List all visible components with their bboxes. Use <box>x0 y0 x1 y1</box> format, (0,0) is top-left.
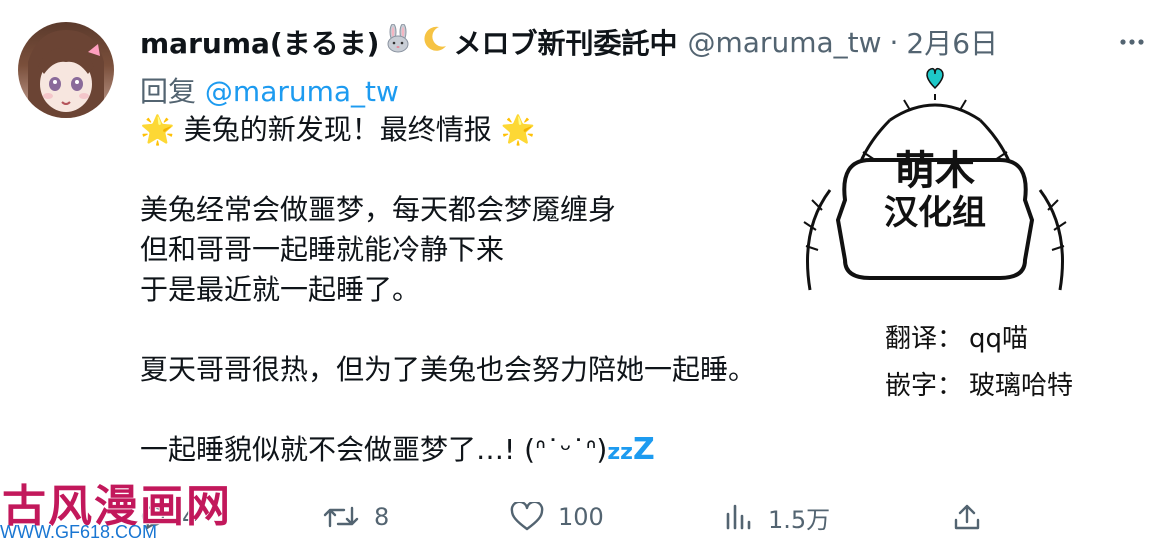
tweet-line: 美兔经常会做噩梦，每天都会梦魇缠身 <box>140 193 617 226</box>
moon-emoji-icon <box>419 24 449 61</box>
zzz-small: z <box>620 440 633 465</box>
reply-handle-link[interactable]: @maruma_tw <box>205 75 399 108</box>
separator-dot: · <box>889 25 899 59</box>
tweet-text: 🌟 美兔的新发现！最终情报 🌟 美兔经常会做噩梦，每天都会梦魇缠身 但和哥哥一起… <box>140 110 840 470</box>
display-name-suffix[interactable]: メロブ新刊委託中 <box>453 22 677 62</box>
more-button[interactable] <box>1112 22 1152 62</box>
watermark-url: WWW.GF618.COM <box>0 522 157 542</box>
tweet-line: 但和哥哥一起睡就能冷静下来 <box>140 233 505 266</box>
tweet-line: 夏天哥哥很热，但为了美兔也会努力陪她一起睡。 <box>140 353 757 386</box>
share-icon <box>954 504 980 530</box>
tweet-last-line: 一起睡貌似就不会做噩梦了…! (ᐢ˙ᵕ˙ᐢ)zzZ <box>140 430 840 470</box>
site-watermark: 古风漫画网 WWW.GF618.COM <box>0 470 230 547</box>
tweet-date[interactable]: 2月6日 <box>906 22 998 62</box>
tweet-line: 🌟 美兔的新发现！最终情报 🌟 <box>140 113 536 146</box>
retweet-count: 8 <box>374 503 390 531</box>
avatar-illustration <box>28 30 104 118</box>
retweet-icon <box>323 506 359 528</box>
more-icon <box>1120 39 1144 45</box>
typesetter-value: 玻璃哈特 <box>969 371 1074 401</box>
display-name[interactable]: maruma(まるま) <box>140 22 379 62</box>
tweet-header: maruma(まるま) メロブ新刊委託中 @maruma_tw · 2月6日 <box>140 22 998 62</box>
typesetter-label: 嵌字： <box>885 371 964 401</box>
tweet: maruma(まるま) メロブ新刊委託中 @maruma_tw · 2月6日 回… <box>0 0 1175 547</box>
views-icon <box>726 504 751 530</box>
typesetter-credit: 嵌字： 玻璃哈特 <box>885 365 1073 402</box>
avatar[interactable] <box>18 22 114 118</box>
reply-prefix: 回复 <box>140 75 197 108</box>
reply-context: 回复 @maruma_tw <box>140 70 399 110</box>
translation-group-credit-image: 萌木 汉化组 翻译： qq喵 嵌字： 玻璃哈特 <box>770 60 1100 440</box>
zzz-small: z <box>607 440 621 465</box>
zzz-big: Z <box>632 432 655 467</box>
translator-value: qq喵 <box>969 324 1029 354</box>
like-icon <box>510 502 544 531</box>
author-handle[interactable]: @maruma_tw <box>688 26 882 59</box>
views-button[interactable]: 1.5万 <box>724 495 830 539</box>
tweet-line-text: 一起睡貌似就不会做噩梦了…! (ᐢ˙ᵕ˙ᐢ) <box>140 433 608 466</box>
rabbit-emoji-icon <box>383 23 413 61</box>
like-button[interactable]: 100 <box>510 495 604 539</box>
translator-credit: 翻译： qq喵 <box>885 318 1028 355</box>
translator-label: 翻译： <box>885 324 964 354</box>
group-name-line2: 汉化组 <box>884 193 986 233</box>
like-count: 100 <box>558 503 604 531</box>
retweet-button[interactable]: 8 <box>322 495 389 539</box>
zzz-emoji: zzZ <box>607 432 654 467</box>
tweet-actions: 4 8 100 1.5万 <box>130 495 1010 539</box>
view-count: 1.5万 <box>768 505 831 534</box>
share-button[interactable] <box>952 495 996 539</box>
tweet-line: 于是最近就一起睡了。 <box>140 273 421 306</box>
